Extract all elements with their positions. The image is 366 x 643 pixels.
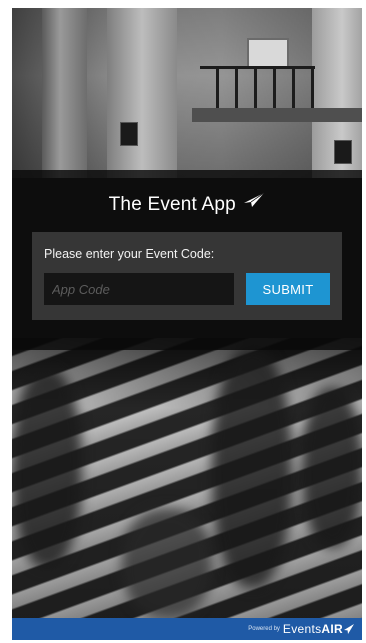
background-sign [120, 122, 138, 146]
powered-by-label: Powered by [248, 626, 280, 632]
background-figure [122, 508, 212, 618]
footer-bar: Powered by EventsAIR [12, 618, 362, 640]
event-code-label: Please enter your Event Code: [44, 247, 215, 261]
background-photo [12, 8, 362, 640]
background-pillar [42, 8, 87, 178]
app-title-text: The Event App [108, 194, 236, 215]
brand-logo: EventsAIR [283, 621, 343, 637]
app-code-input[interactable] [44, 273, 234, 305]
event-code-form: Please enter your Event Code: SUBMIT [32, 232, 342, 320]
background-figure [302, 388, 362, 548]
paper-plane-icon [344, 624, 354, 634]
background-railing [200, 66, 315, 111]
background-figure [212, 348, 292, 588]
background-window [247, 38, 289, 68]
background-pillar [107, 8, 177, 178]
app-title: The Event App [12, 192, 362, 216]
app-screen: The Event App Please enter your Event Co… [12, 8, 362, 640]
submit-button[interactable]: SUBMIT [246, 273, 330, 305]
brand-name-bold: AIR [321, 622, 343, 636]
background-railing-base [192, 108, 362, 122]
paper-plane-icon [243, 192, 265, 208]
powered-by: Powered by EventsAIR [248, 621, 354, 637]
brand-name-light: Events [282, 622, 322, 636]
background-sign [334, 140, 352, 164]
background-figure [12, 368, 82, 568]
